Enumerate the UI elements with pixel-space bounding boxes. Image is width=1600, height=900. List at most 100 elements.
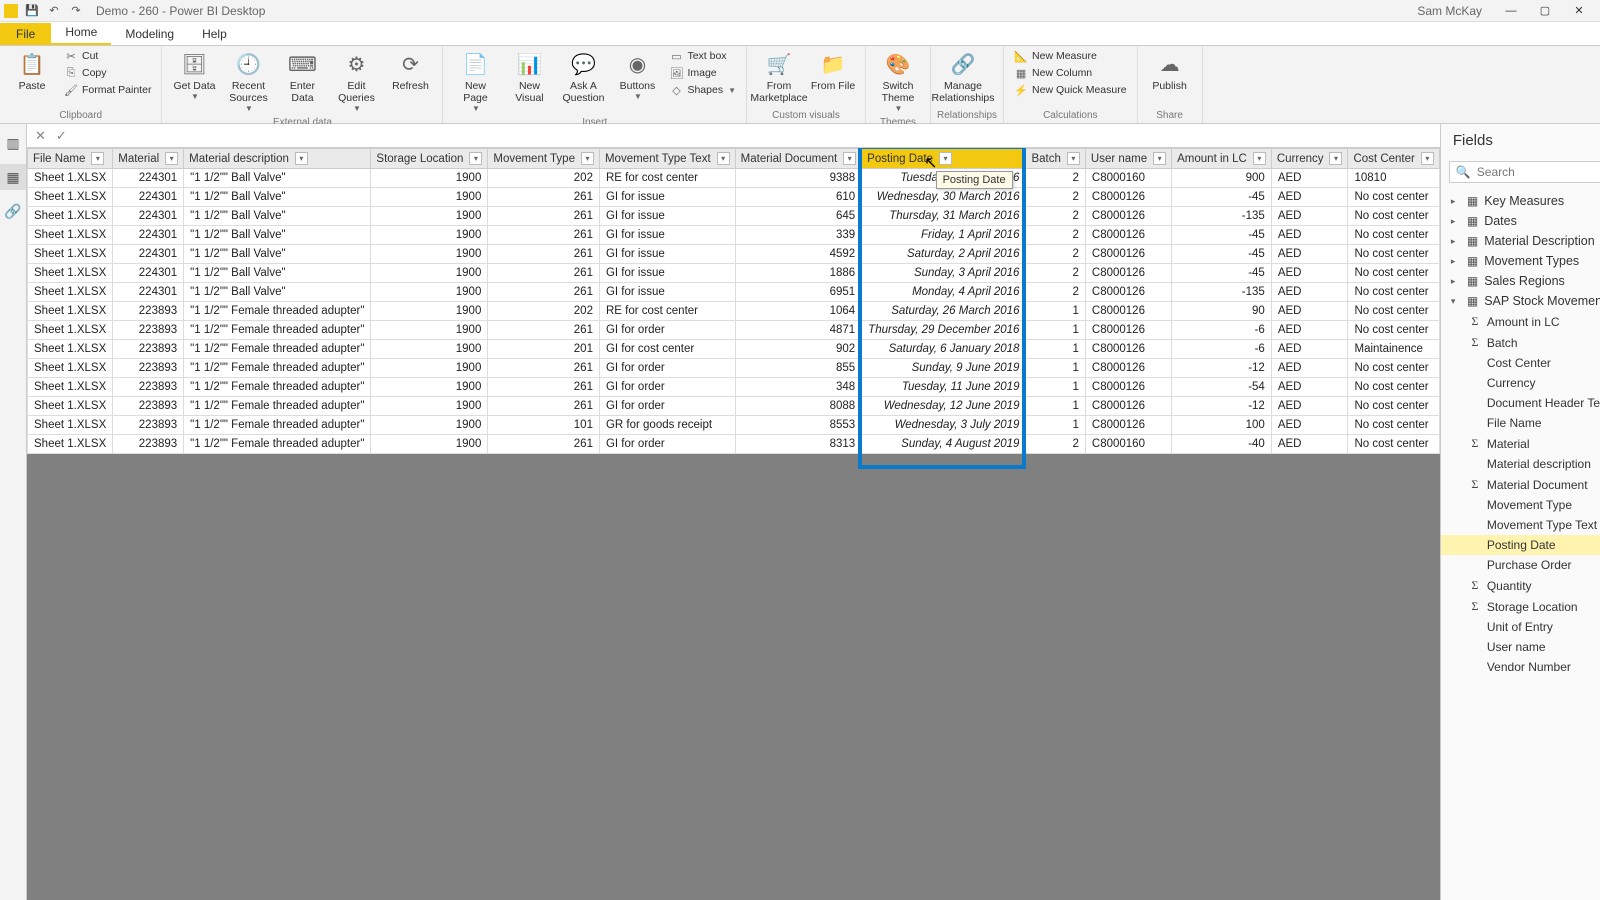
table-cell[interactable]: 261 (488, 283, 600, 302)
table-cell[interactable]: GI for order (599, 397, 735, 416)
table-cell[interactable]: C8000126 (1085, 302, 1171, 321)
table-cell[interactable]: GI for order (599, 378, 735, 397)
table-cell[interactable]: 202 (488, 302, 600, 321)
filter-dropdown-icon[interactable]: ▾ (581, 152, 594, 165)
table-cell[interactable]: "1 1/2"" Female threaded adupter" (184, 435, 371, 454)
table-cell[interactable]: 100 (1172, 416, 1272, 435)
table-cell[interactable]: AED (1271, 188, 1348, 207)
table-row[interactable]: Sheet 1.XLSX224301"1 1/2"" Ball Valve"19… (28, 188, 1440, 207)
table-cell[interactable]: "1 1/2"" Ball Valve" (184, 207, 371, 226)
table-cell[interactable]: 9388 (735, 169, 862, 188)
cut-button[interactable]: ✂Cut (60, 48, 155, 64)
column-header[interactable]: Material Document▾ (735, 149, 862, 169)
table-cell[interactable]: "1 1/2"" Female threaded adupter" (184, 378, 371, 397)
table-cell[interactable]: 339 (735, 226, 862, 245)
table-cell[interactable]: AED (1271, 435, 1348, 454)
table-cell[interactable]: 223893 (113, 397, 184, 416)
table-cell[interactable]: 2 (1026, 245, 1085, 264)
table-cell[interactable]: Sheet 1.XLSX (28, 321, 113, 340)
from-file-button[interactable]: 📁From File (807, 48, 859, 94)
table-cell[interactable]: -135 (1172, 207, 1272, 226)
new-measure-button[interactable]: 📐New Measure (1010, 48, 1131, 64)
manage-relationships-button[interactable]: 🔗Manage Relationships (937, 48, 989, 106)
table-cell[interactable]: 1 (1026, 378, 1085, 397)
table-cell[interactable]: Sheet 1.XLSX (28, 245, 113, 264)
table-cell[interactable]: Saturday, 26 March 2016 (862, 302, 1026, 321)
table-cell[interactable]: -12 (1172, 359, 1272, 378)
table-cell[interactable]: C8000126 (1085, 416, 1171, 435)
table-row[interactable]: Sheet 1.XLSX223893"1 1/2"" Female thread… (28, 302, 1440, 321)
field-item[interactable]: Posting Date (1441, 535, 1600, 555)
table-cell[interactable]: C8000126 (1085, 207, 1171, 226)
data-view-button[interactable]: ▦ (0, 164, 26, 190)
table-cell[interactable]: C8000126 (1085, 264, 1171, 283)
table-cell[interactable]: 8313 (735, 435, 862, 454)
table-cell[interactable]: -54 (1172, 378, 1272, 397)
table-cell[interactable]: 223893 (113, 302, 184, 321)
table-cell[interactable]: "1 1/2"" Ball Valve" (184, 283, 371, 302)
from-marketplace-button[interactable]: 🛒From Marketplace (753, 48, 805, 106)
table-cell[interactable]: No cost center (1348, 359, 1439, 378)
table-cell[interactable]: 1900 (371, 378, 488, 397)
table-cell[interactable]: GI for issue (599, 245, 735, 264)
table-cell[interactable]: Sheet 1.XLSX (28, 378, 113, 397)
table-cell[interactable]: No cost center (1348, 302, 1439, 321)
table-cell[interactable]: C8000126 (1085, 245, 1171, 264)
home-tab[interactable]: Home (51, 21, 111, 45)
table-cell[interactable]: 4592 (735, 245, 862, 264)
column-header[interactable]: Amount in LC▾ (1172, 149, 1272, 169)
table-cell[interactable]: GI for issue (599, 283, 735, 302)
table-cell[interactable]: GI for issue (599, 226, 735, 245)
table-row[interactable]: Sheet 1.XLSX224301"1 1/2"" Ball Valve"19… (28, 264, 1440, 283)
table-cell[interactable]: "1 1/2"" Ball Valve" (184, 188, 371, 207)
table-item[interactable]: ▸▦Material Description (1441, 231, 1600, 251)
table-item[interactable]: ▾▦SAP Stock Movements (1441, 291, 1600, 311)
table-cell[interactable]: -45 (1172, 226, 1272, 245)
table-cell[interactable]: C8000126 (1085, 340, 1171, 359)
table-cell[interactable]: Sunday, 3 April 2016 (862, 264, 1026, 283)
table-cell[interactable]: 8553 (735, 416, 862, 435)
filter-dropdown-icon[interactable]: ▾ (165, 152, 178, 165)
table-cell[interactable]: AED (1271, 416, 1348, 435)
table-cell[interactable]: -6 (1172, 321, 1272, 340)
table-cell[interactable]: AED (1271, 359, 1348, 378)
table-cell[interactable]: 261 (488, 264, 600, 283)
table-row[interactable]: Sheet 1.XLSX223893"1 1/2"" Female thread… (28, 435, 1440, 454)
field-item[interactable]: Document Header Text (1441, 393, 1600, 413)
table-cell[interactable]: 261 (488, 359, 600, 378)
table-cell[interactable]: 223893 (113, 340, 184, 359)
table-cell[interactable]: 202 (488, 169, 600, 188)
table-cell[interactable]: C8000126 (1085, 283, 1171, 302)
publish-button[interactable]: ☁Publish (1144, 48, 1196, 94)
table-cell[interactable]: 1 (1026, 359, 1085, 378)
table-cell[interactable]: AED (1271, 397, 1348, 416)
column-header[interactable]: File Name▾ (28, 149, 113, 169)
table-cell[interactable]: 1900 (371, 359, 488, 378)
table-cell[interactable]: Sheet 1.XLSX (28, 226, 113, 245)
table-cell[interactable]: 224301 (113, 169, 184, 188)
table-cell[interactable]: 1900 (371, 340, 488, 359)
new-column-button[interactable]: ▦New Column (1010, 65, 1131, 81)
table-cell[interactable]: Tuesday, 11 June 2019 (862, 378, 1026, 397)
table-cell[interactable]: 223893 (113, 378, 184, 397)
formula-commit-icon[interactable]: ✓ (56, 128, 67, 144)
save-icon[interactable]: 💾 (24, 3, 40, 19)
field-item[interactable]: ΣBatch (1441, 332, 1600, 353)
table-cell[interactable]: AED (1271, 340, 1348, 359)
table-cell[interactable]: 1 (1026, 397, 1085, 416)
table-cell[interactable]: No cost center (1348, 416, 1439, 435)
model-view-button[interactable]: 🔗 (0, 198, 26, 224)
table-cell[interactable]: 261 (488, 245, 600, 264)
report-view-button[interactable]: ▥ (0, 130, 26, 156)
table-cell[interactable]: 223893 (113, 321, 184, 340)
modeling-tab[interactable]: Modeling (111, 23, 188, 45)
shapes-button[interactable]: ◇Shapes▼ (665, 82, 740, 98)
table-cell[interactable]: Monday, 4 April 2016 (862, 283, 1026, 302)
field-item[interactable]: Cost Center (1441, 353, 1600, 373)
table-item[interactable]: ▸▦Sales Regions (1441, 271, 1600, 291)
field-item[interactable]: Purchase Order (1441, 555, 1600, 575)
table-cell[interactable]: "1 1/2"" Ball Valve" (184, 245, 371, 264)
new-quick-measure-button[interactable]: ⚡New Quick Measure (1010, 82, 1131, 98)
filter-dropdown-icon[interactable]: ▾ (939, 152, 952, 165)
get-data-button[interactable]: 🗄Get Data▼ (168, 48, 220, 103)
